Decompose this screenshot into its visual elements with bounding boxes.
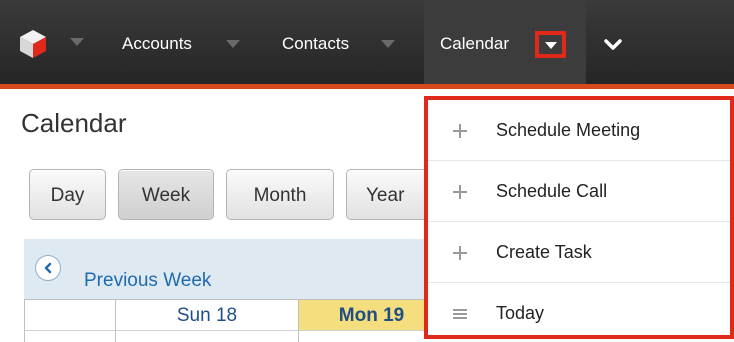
sugarcrm-cube-icon[interactable]: [18, 29, 48, 59]
top-navbar: Accounts Contacts Calendar: [0, 0, 734, 84]
grid-line: [24, 330, 444, 331]
previous-week-link[interactable]: Previous Week: [84, 270, 211, 292]
menu-item-label: Schedule Call: [496, 181, 608, 201]
nav-item-accounts[interactable]: Accounts: [122, 0, 192, 84]
menu-item-schedule-meeting[interactable]: Schedule Meeting: [428, 100, 730, 160]
day-header-sun[interactable]: Sun 18: [116, 300, 298, 330]
plus-icon: [453, 246, 467, 260]
calendar-actions-dropdown: Schedule Meeting Schedule Call Create Ta…: [424, 96, 734, 339]
menu-item-schedule-call[interactable]: Schedule Call: [428, 161, 730, 221]
nav-item-contacts[interactable]: Contacts: [282, 0, 349, 84]
day-header-mon-today[interactable]: Mon 19: [299, 300, 444, 330]
menu-item-label: Schedule Meeting: [496, 120, 641, 140]
page-title: Calendar: [21, 108, 127, 138]
menu-item-label: Today: [496, 303, 545, 323]
view-week-button[interactable]: Week: [118, 169, 214, 220]
menu-item-label: Create Task: [496, 242, 592, 262]
contacts-chevron-down-icon[interactable]: [381, 40, 395, 48]
plus-icon: [453, 124, 467, 138]
nav-accent-bar: [0, 84, 734, 89]
menu-item-today[interactable]: Today: [428, 283, 730, 335]
calendar-dropdown-toggle[interactable]: [535, 31, 566, 58]
list-icon: [453, 309, 467, 319]
view-month-button[interactable]: Month: [226, 169, 334, 220]
chevron-left-icon: [44, 262, 52, 274]
more-modules-chevron-icon[interactable]: [603, 38, 623, 52]
logo-chevron-down-icon[interactable]: [70, 38, 84, 46]
accounts-chevron-down-icon[interactable]: [226, 40, 240, 48]
view-day-button[interactable]: Day: [29, 169, 106, 220]
view-year-button[interactable]: Year: [346, 169, 436, 220]
plus-icon: [453, 185, 467, 199]
previous-week-button[interactable]: [35, 255, 61, 281]
chevron-down-icon: [545, 42, 557, 49]
menu-item-create-task[interactable]: Create Task: [428, 222, 730, 282]
grid-line: [24, 299, 25, 342]
nav-item-calendar[interactable]: Calendar: [440, 0, 509, 84]
